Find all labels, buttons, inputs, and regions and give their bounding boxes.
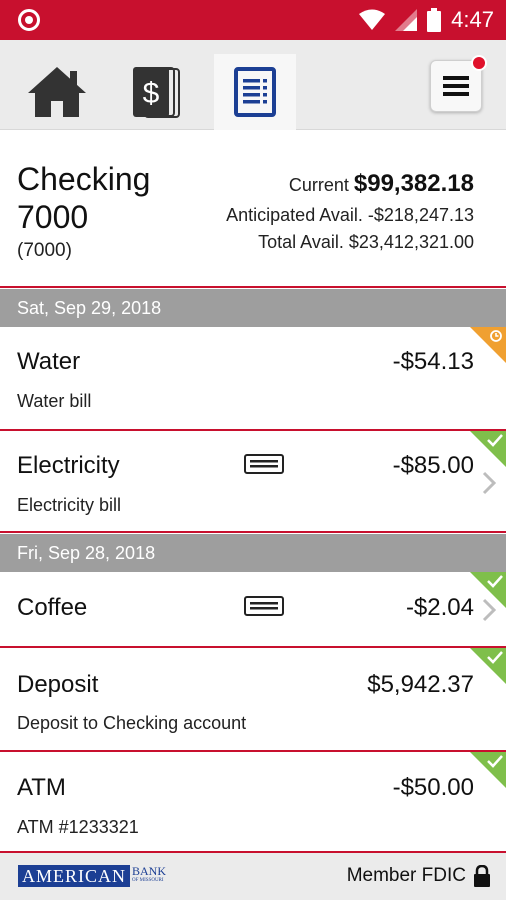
fdic-text: Member FDIC xyxy=(346,865,466,886)
transaction-row[interactable]: Coffee -$2.04 xyxy=(0,572,506,648)
account-summary: Checking 7000 (7000) Current $99,382.18 … xyxy=(0,130,506,288)
check-icon xyxy=(487,434,503,447)
logo-sub: OF MISSOURI xyxy=(132,878,164,883)
transaction-name: Water xyxy=(17,348,81,375)
transaction-row[interactable]: Water Water bill -$54.13 xyxy=(0,327,506,431)
logo-wordmark: AMERICAN xyxy=(18,865,131,887)
tab-home[interactable] xyxy=(16,54,98,130)
transaction-description: ATM #1233321 xyxy=(17,817,139,837)
transaction-row[interactable]: ATM ATM #1233321 -$50.00 xyxy=(0,752,506,853)
signal-icon xyxy=(395,9,418,31)
chevron-right-icon[interactable] xyxy=(482,471,496,495)
fdic-notice: Member FDIC xyxy=(347,865,490,887)
current-balance: Current $99,382.18 xyxy=(289,170,474,198)
transaction-description: Deposit to Checking account xyxy=(17,713,247,733)
date-header: Sat, Sep 29, 2018 xyxy=(0,289,506,327)
current-balance-value: $99,382.18 xyxy=(353,170,474,197)
transaction-row[interactable]: Deposit Deposit to Checking account $5,9… xyxy=(0,648,506,752)
battery-icon xyxy=(427,8,442,32)
logo-side: BANK OF MISSOURI xyxy=(132,864,167,885)
tab-register[interactable] xyxy=(214,54,296,130)
transaction-name: Deposit xyxy=(17,671,99,698)
transaction-row[interactable]: Electricity Electricity bill -$85.00 xyxy=(0,431,506,533)
account-number: (7000) xyxy=(17,240,72,261)
check-icon xyxy=(487,575,503,588)
receipt-icon[interactable] xyxy=(244,454,284,474)
transaction-name: Electricity xyxy=(17,452,120,479)
top-nav: $ xyxy=(0,40,506,130)
clock-icon xyxy=(490,330,502,342)
wifi-icon xyxy=(359,9,386,30)
hamburger-icon xyxy=(443,76,469,96)
lock-icon xyxy=(474,865,490,887)
check-icon xyxy=(487,651,503,664)
register-icon xyxy=(234,67,276,117)
tab-deposit[interactable]: $ xyxy=(115,54,197,130)
clock: 4:47 xyxy=(451,7,494,32)
transaction-amount: $5,942.37 xyxy=(367,671,474,698)
anticipated-balance: Anticipated Avail. -$218,247.13 xyxy=(226,205,474,225)
screen-record-icon xyxy=(18,9,40,31)
notification-badge xyxy=(471,55,487,71)
check-icon xyxy=(487,755,503,768)
transaction-name: Coffee xyxy=(17,594,88,621)
transaction-amount: -$54.13 xyxy=(392,348,474,375)
receipt-icon[interactable] xyxy=(244,596,284,616)
account-name: Checking 7000 xyxy=(17,161,151,235)
transaction-amount: -$2.04 xyxy=(405,594,474,621)
transaction-name: ATM xyxy=(17,774,66,801)
transaction-description: Water bill xyxy=(17,391,92,411)
transaction-amount: -$50.00 xyxy=(392,774,474,801)
svg-text:$: $ xyxy=(143,77,160,110)
status-bar: 4:47 xyxy=(0,0,506,40)
status-icons: 4:47 xyxy=(359,7,494,33)
dollar-check-icon: $ xyxy=(133,67,180,118)
home-icon xyxy=(28,67,86,117)
bank-logo: AMERICAN BANK OF MISSOURI xyxy=(18,865,166,887)
total-available: Total Avail. $23,412,321.00 xyxy=(258,232,474,252)
transaction-description: Electricity bill xyxy=(17,495,122,515)
transaction-amount: -$85.00 xyxy=(392,452,474,479)
current-balance-label: Current xyxy=(288,175,349,195)
logo-bank: BANK xyxy=(132,864,167,878)
date-header: Fri, Sep 28, 2018 xyxy=(0,534,506,572)
menu-button[interactable] xyxy=(430,55,487,112)
footer: AMERICAN BANK OF MISSOURI Member FDIC xyxy=(0,853,506,900)
